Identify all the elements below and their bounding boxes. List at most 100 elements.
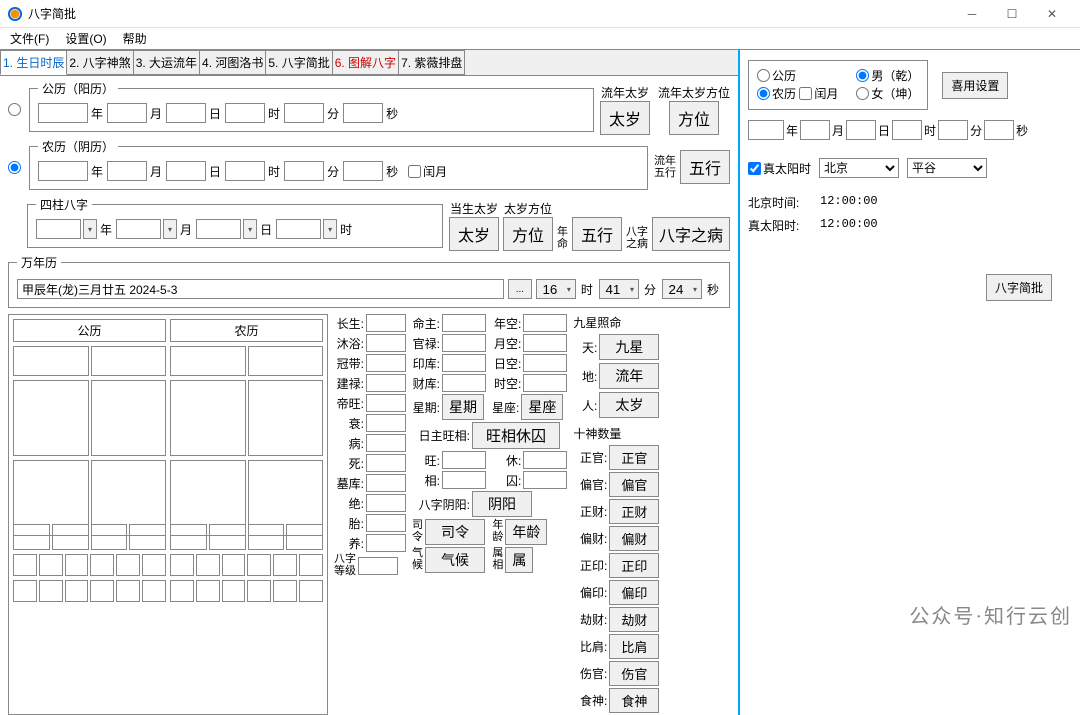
btn-ten-正印[interactable]: 正印 [609, 553, 659, 578]
btn-shuxiang[interactable]: 属 [505, 547, 533, 573]
bz-day[interactable] [196, 219, 241, 239]
btn-age[interactable]: 年龄 [505, 519, 547, 545]
cal-h2: 农历 [170, 319, 323, 342]
wan-input[interactable] [17, 279, 504, 299]
maximize-button[interactable]: ☐ [992, 0, 1032, 28]
btn-ten-偏印[interactable]: 偏印 [609, 580, 659, 605]
btn-wangxiang[interactable]: 旺相休囚 [472, 422, 560, 449]
btn-ten-食神[interactable]: 食神 [609, 688, 659, 713]
r-day[interactable] [846, 120, 876, 140]
btn-pref[interactable]: 喜用设置 [942, 72, 1008, 99]
menu-bar: 文件(F) 设置(O) 帮助 [0, 28, 1080, 49]
btn-ten-正官[interactable]: 正官 [609, 445, 659, 470]
btn-qihou[interactable]: 气候 [425, 547, 485, 573]
wan-browse[interactable]: ... [508, 279, 532, 299]
menu-help[interactable]: 帮助 [117, 28, 153, 49]
sel-district[interactable]: 平谷 [907, 158, 987, 178]
check-r-leap[interactable]: 闰月 [799, 85, 838, 102]
life-v [366, 414, 406, 432]
life-col: 长生:沐浴:冠带:建禄:帝旺:衰:病:死:墓库:绝:胎:养:八字等级 [334, 314, 406, 715]
sel-city[interactable]: 北京 [819, 158, 899, 178]
btn-fangwei[interactable]: 方位 [669, 101, 719, 135]
btn-zodiac[interactable]: 星座 [521, 394, 563, 420]
tab-tujie[interactable]: 6. 图解八字 [332, 50, 399, 75]
mid-col: 命主: 年空: 官禄: 月空: 印库: 日空: 财库: 时空: 星期:星期 星座… [412, 314, 567, 715]
radio-solar[interactable] [8, 103, 21, 116]
bz-hour[interactable] [276, 219, 321, 239]
bz-year-dd[interactable]: ▾ [83, 219, 97, 239]
btn-wuxing[interactable]: 五行 [680, 150, 730, 184]
btn-ten-伤官[interactable]: 伤官 [609, 661, 659, 686]
tab-birth[interactable]: 1. 生日时辰 [0, 50, 67, 75]
v-qiu [523, 471, 567, 489]
bz-month[interactable] [116, 219, 161, 239]
wan-h[interactable]: ▾ [536, 279, 576, 299]
r-year[interactable] [748, 120, 784, 140]
solar-hour[interactable] [225, 103, 265, 123]
radio-female[interactable]: 女（坤） [856, 85, 919, 102]
r-hour[interactable] [892, 120, 922, 140]
close-button[interactable]: ✕ [1032, 0, 1072, 28]
radio-r-solar[interactable]: 公历 [757, 67, 796, 84]
lunar-month[interactable] [107, 161, 147, 181]
wan-s[interactable]: ▾ [662, 279, 702, 299]
tab-hetu[interactable]: 4. 河图洛书 [199, 50, 266, 75]
btn-nm-wuxing[interactable]: 五行 [572, 217, 622, 251]
radio-r-lunar[interactable]: 农历 [757, 85, 796, 102]
cal-cell [13, 346, 89, 376]
btn-run[interactable]: 八字简批 [986, 274, 1052, 301]
solar-day[interactable] [166, 103, 206, 123]
btn-yinyang[interactable]: 阴阳 [472, 491, 532, 517]
tab-jianpi[interactable]: 5. 八字简批 [265, 50, 332, 75]
radio-lunar[interactable] [8, 161, 21, 174]
tab-shensha[interactable]: 2. 八字神煞 [66, 50, 133, 75]
solar-sec[interactable] [343, 103, 383, 123]
check-truesun[interactable]: 真太阳时 [748, 160, 811, 177]
lunar-hour[interactable] [225, 161, 265, 181]
v-xiang [442, 471, 486, 489]
tabs: 1. 生日时辰 2. 八字神煞 3. 大运流年 4. 河图洛书 5. 八字简批 … [0, 50, 738, 75]
v-gl [442, 334, 486, 352]
btn-liunian[interactable]: 流年 [599, 363, 659, 389]
life-grade [358, 557, 398, 575]
r-sec[interactable] [984, 120, 1014, 140]
calendar-panel: 公历 农历 [8, 314, 328, 715]
tab-dayun[interactable]: 3. 大运流年 [133, 50, 200, 75]
btn-ren-taisui[interactable]: 太岁 [599, 392, 659, 418]
btn-ds-taisui[interactable]: 太岁 [449, 217, 499, 251]
right-col: 九星照命 天:九星 地:流年 人:太岁 十神数量 正官:正官偏官:偏官正财:正财… [573, 314, 659, 715]
btn-week[interactable]: 星期 [442, 394, 484, 420]
btn-ten-偏官[interactable]: 偏官 [609, 472, 659, 497]
r-min[interactable] [938, 120, 968, 140]
btn-taisui[interactable]: 太岁 [600, 101, 650, 135]
bz-day-dd[interactable]: ▾ [243, 219, 257, 239]
lunar-year[interactable] [38, 161, 88, 181]
lunar-sec[interactable] [343, 161, 383, 181]
btn-jiuxing[interactable]: 九星 [599, 334, 659, 360]
bz-year[interactable] [36, 219, 81, 239]
btn-ten-劫财[interactable]: 劫财 [609, 607, 659, 632]
r-month[interactable] [800, 120, 830, 140]
lunar-day[interactable] [166, 161, 206, 181]
wan-m[interactable]: ▾ [599, 279, 639, 299]
btn-bzbing[interactable]: 八字之病 [652, 217, 730, 251]
r-date-row: 年 月 日 时 分 秒 [748, 120, 1072, 140]
solar-min[interactable] [284, 103, 324, 123]
bz-month-dd[interactable]: ▾ [163, 219, 177, 239]
menu-file[interactable]: 文件(F) [4, 28, 55, 49]
btn-ten-正财[interactable]: 正财 [609, 499, 659, 524]
tab-ziwei[interactable]: 7. 紫薇排盘 [398, 50, 465, 75]
minimize-button[interactable]: ─ [952, 0, 992, 28]
bz-hour-dd[interactable]: ▾ [323, 219, 337, 239]
btn-ten-比肩[interactable]: 比肩 [609, 634, 659, 659]
lunar-min[interactable] [284, 161, 324, 181]
solar-year[interactable] [38, 103, 88, 123]
btn-siling[interactable]: 司令 [425, 519, 485, 545]
menu-settings[interactable]: 设置(O) [59, 28, 112, 49]
watermark: 公众号·知行云创 [909, 600, 1072, 629]
solar-month[interactable] [107, 103, 147, 123]
check-leap[interactable] [408, 165, 421, 178]
radio-male[interactable]: 男（乾） [856, 67, 919, 84]
btn-ten-偏财[interactable]: 偏财 [609, 526, 659, 551]
btn-ds-fangwei[interactable]: 方位 [503, 217, 553, 251]
